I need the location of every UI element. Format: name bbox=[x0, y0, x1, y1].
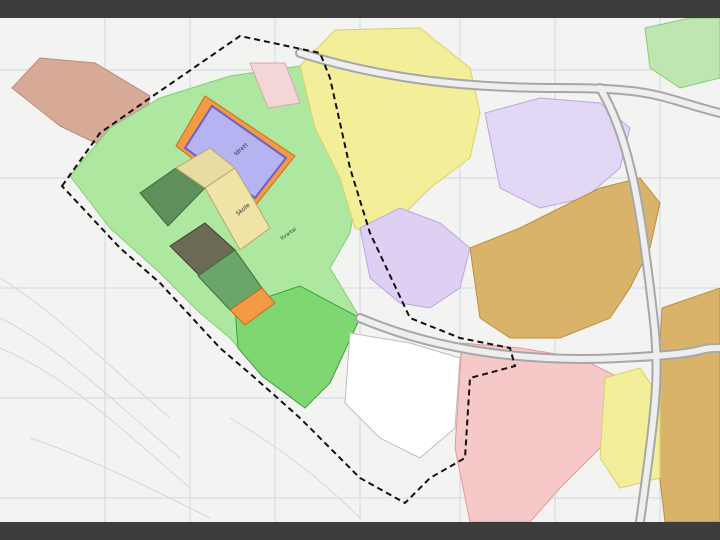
commercial-zone-far-east bbox=[654, 287, 720, 522]
zoning-map[interactable]: Idrett Skole Kvartal bbox=[0, 18, 720, 522]
map-canvas[interactable]: Idrett Skole Kvartal bbox=[0, 18, 720, 522]
bottom-bar bbox=[0, 522, 720, 540]
screenshot-frame: Idrett Skole Kvartal bbox=[0, 0, 720, 540]
top-bar bbox=[0, 0, 720, 18]
